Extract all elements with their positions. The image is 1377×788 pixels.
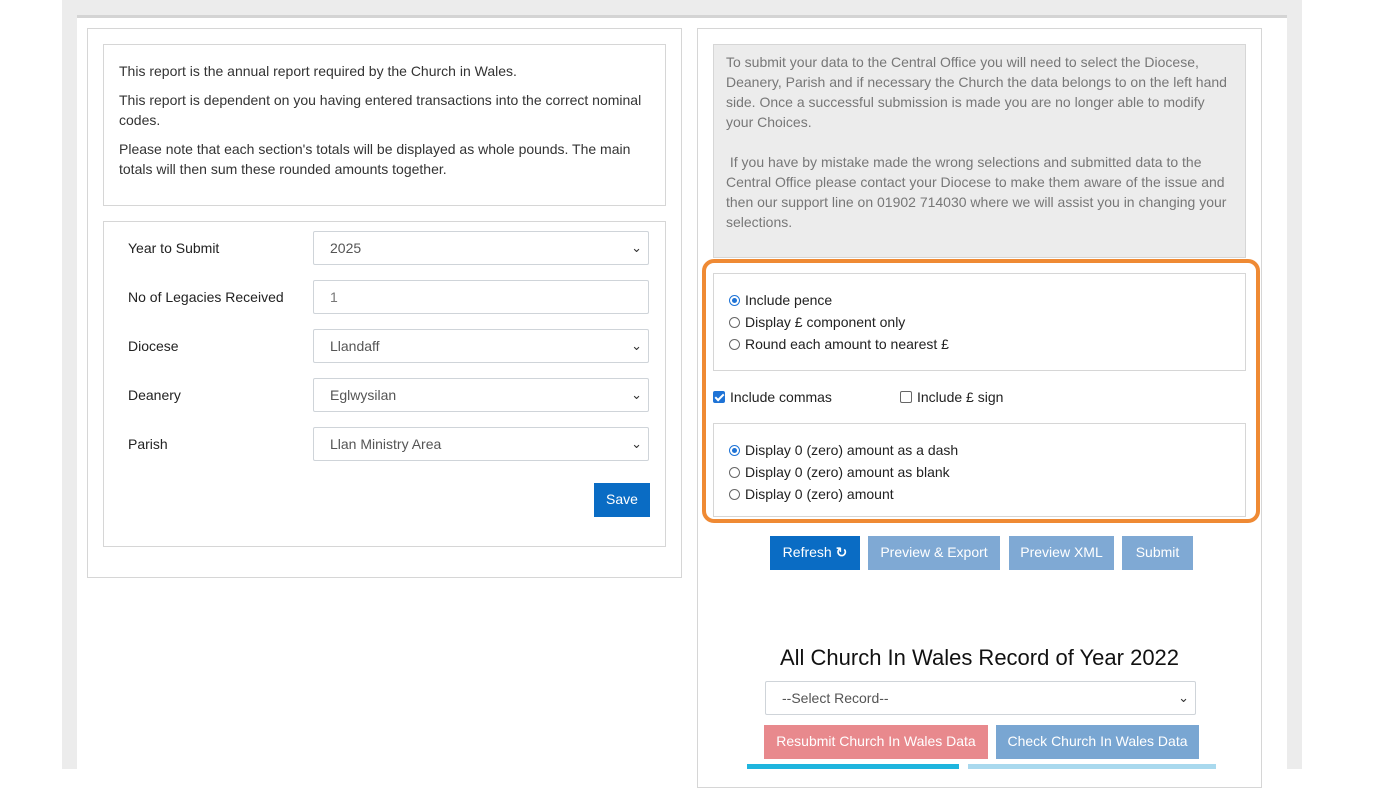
chevron-down-icon: ⌄ xyxy=(631,240,642,255)
year-label: Year to Submit xyxy=(128,240,220,256)
report-info-box: This report is the annual report require… xyxy=(103,44,666,206)
record-select-value: --Select Record-- xyxy=(782,690,889,706)
submission-notice: To submit your data to the Central Offic… xyxy=(713,44,1246,258)
top-divider xyxy=(77,15,1287,18)
parish-value: Llan Ministry Area xyxy=(330,436,442,452)
preview-xml-button[interactable]: Preview XML xyxy=(1009,536,1114,570)
info-line-3: Please note that each section's totals w… xyxy=(119,141,631,177)
refresh-button-label: Refresh xyxy=(782,544,832,560)
record-select[interactable]: --Select Record-- ⌄ xyxy=(765,681,1196,715)
parish-select[interactable]: Llan Ministry Area ⌄ xyxy=(313,427,649,461)
records-title: All Church In Wales Record of Year 2022 xyxy=(779,645,1180,670)
page-frame-top xyxy=(62,0,1302,15)
page-gutter-left xyxy=(0,0,62,769)
parish-label: Parish xyxy=(128,436,168,452)
refresh-icon: ↻ xyxy=(835,544,848,560)
legacies-label: No of Legacies Received xyxy=(128,289,284,305)
legacies-input[interactable]: 1 xyxy=(313,280,649,314)
save-button[interactable]: Save xyxy=(594,483,650,517)
page-frame-right xyxy=(1287,0,1302,769)
diocese-label: Diocese xyxy=(128,338,179,354)
notice-paragraph-1: To submit your data to the Central Offic… xyxy=(726,54,1227,130)
highlight-callout xyxy=(702,259,1260,523)
check-data-button[interactable]: Check Church In Wales Data xyxy=(996,725,1199,759)
resubmit-button[interactable]: Resubmit Church In Wales Data xyxy=(764,725,988,759)
submission-form: Year to Submit 2025 ⌄ No of Legacies Rec… xyxy=(103,221,666,547)
diocese-value: Llandaff xyxy=(330,338,380,354)
chevron-down-icon: ⌄ xyxy=(631,338,642,353)
year-select[interactable]: 2025 ⌄ xyxy=(313,231,649,265)
refresh-button[interactable]: Refresh ↻ xyxy=(770,536,860,570)
preview-export-button[interactable]: Preview & Export xyxy=(868,536,1000,570)
info-line-1: This report is the annual report require… xyxy=(119,63,517,79)
notice-paragraph-2: If you have by mistake made the wrong se… xyxy=(726,154,1231,230)
deanery-value: Eglwysilan xyxy=(330,387,397,403)
deanery-select[interactable]: Eglwysilan ⌄ xyxy=(313,378,649,412)
offscreen-button-left[interactable] xyxy=(747,764,959,769)
deanery-label: Deanery xyxy=(128,387,181,403)
page-frame-left xyxy=(62,0,77,769)
submit-button[interactable]: Submit xyxy=(1122,536,1193,570)
chevron-down-icon: ⌄ xyxy=(1178,690,1189,705)
info-line-2: This report is dependent on you having e… xyxy=(119,92,642,128)
legacies-value: 1 xyxy=(330,289,338,305)
chevron-down-icon: ⌄ xyxy=(631,436,642,451)
year-value: 2025 xyxy=(330,240,362,256)
offscreen-button-right[interactable] xyxy=(968,764,1216,769)
diocese-select[interactable]: Llandaff ⌄ xyxy=(313,329,649,363)
chevron-down-icon: ⌄ xyxy=(631,387,642,402)
